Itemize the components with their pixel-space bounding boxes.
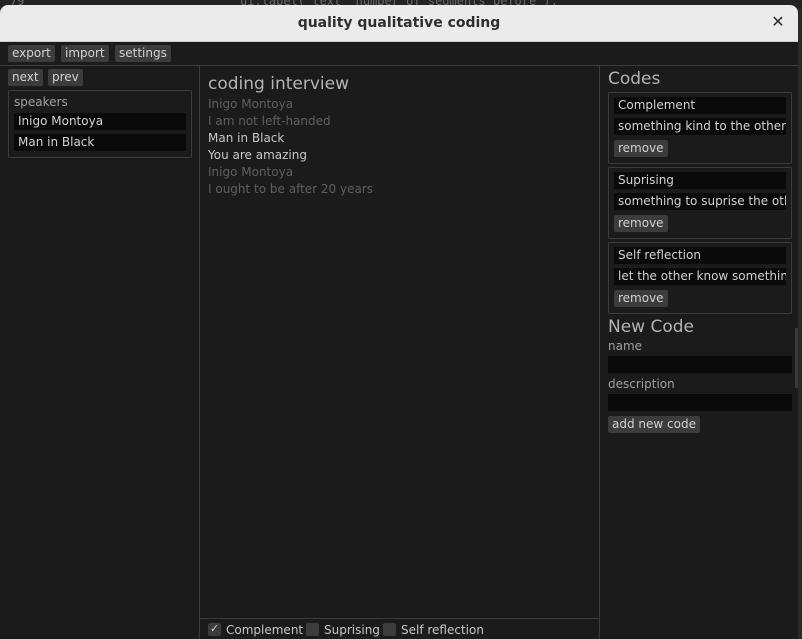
code-card: Complement something kind to the other r… <box>608 92 792 164</box>
checkbox-box <box>306 623 319 636</box>
code-card: Self reflection let the other know somet… <box>608 242 792 314</box>
left-panel: next prev speakers Inigo Montoya Man in … <box>0 66 200 639</box>
codes-panel: Codes Complement something kind to the o… <box>600 66 798 639</box>
remove-button[interactable]: remove <box>614 215 668 232</box>
app-window: export import settings next prev speaker… <box>0 42 798 639</box>
new-code-title: New Code <box>608 317 695 337</box>
description-label: description <box>608 377 675 391</box>
self-reflection-checkbox[interactable]: Self reflection <box>383 623 484 637</box>
code-checkbox-bar: ✓ Complement Suprising Self reflection <box>200 618 600 639</box>
export-button[interactable]: export <box>8 45 55 62</box>
remove-button[interactable]: remove <box>614 140 668 157</box>
checkmark-icon: ✓ <box>208 622 221 636</box>
window-title: quality qualitative coding <box>297 15 501 31</box>
speakers-group: speakers Inigo Montoya Man in Black <box>8 90 192 158</box>
checkbox-label: Suprising <box>324 623 380 637</box>
checkbox-box <box>383 623 396 636</box>
interview-line[interactable]: I am not left-handed <box>208 114 331 128</box>
settings-button[interactable]: settings <box>115 45 171 62</box>
interview-line[interactable]: Inigo Montoya <box>208 97 293 111</box>
code-description-field[interactable]: let the other know something <box>614 268 786 285</box>
suprising-checkbox[interactable]: Suprising <box>306 623 380 637</box>
add-new-code-button[interactable]: add new code <box>608 416 700 433</box>
speaker-item[interactable]: Inigo Montoya <box>14 113 186 130</box>
top-menu-bar: export import settings <box>0 42 798 66</box>
code-name-field[interactable]: Complement <box>614 97 786 114</box>
interview-line[interactable]: Man in Black <box>208 131 284 145</box>
speaker-item[interactable]: Man in Black <box>14 134 186 151</box>
scrollbar[interactable] <box>795 328 798 388</box>
import-button[interactable]: import <box>61 45 109 62</box>
checkbox-label: Self reflection <box>401 623 484 637</box>
interview-line[interactable]: Inigo Montoya <box>208 165 293 179</box>
remove-button[interactable]: remove <box>614 290 668 307</box>
interview-title: coding interview <box>208 74 349 94</box>
code-description-field[interactable]: something to suprise the other <box>614 193 786 210</box>
code-name-field[interactable]: Self reflection <box>614 247 786 264</box>
interview-line[interactable]: I ought to be after 20 years <box>208 182 373 196</box>
close-icon[interactable]: ✕ <box>768 12 788 32</box>
title-bar: quality qualitative coding ✕ <box>0 5 798 42</box>
new-code-description-input[interactable] <box>608 394 792 411</box>
interview-line[interactable]: You are amazing <box>208 148 307 162</box>
name-label: name <box>608 339 643 353</box>
new-code-name-input[interactable] <box>608 356 792 373</box>
codes-title: Codes <box>608 69 661 89</box>
next-button[interactable]: next <box>8 69 43 86</box>
complement-checkbox[interactable]: ✓ Complement <box>208 623 303 637</box>
checkbox-label: Complement <box>226 623 304 637</box>
code-name-field[interactable]: Suprising <box>614 172 786 189</box>
prev-button[interactable]: prev <box>48 69 83 86</box>
code-description-field[interactable]: something kind to the other <box>614 118 786 135</box>
interview-panel: coding interview Inigo Montoya I am not … <box>200 66 600 639</box>
code-card: Suprising something to suprise the other… <box>608 167 792 239</box>
speakers-label: speakers <box>14 95 68 109</box>
